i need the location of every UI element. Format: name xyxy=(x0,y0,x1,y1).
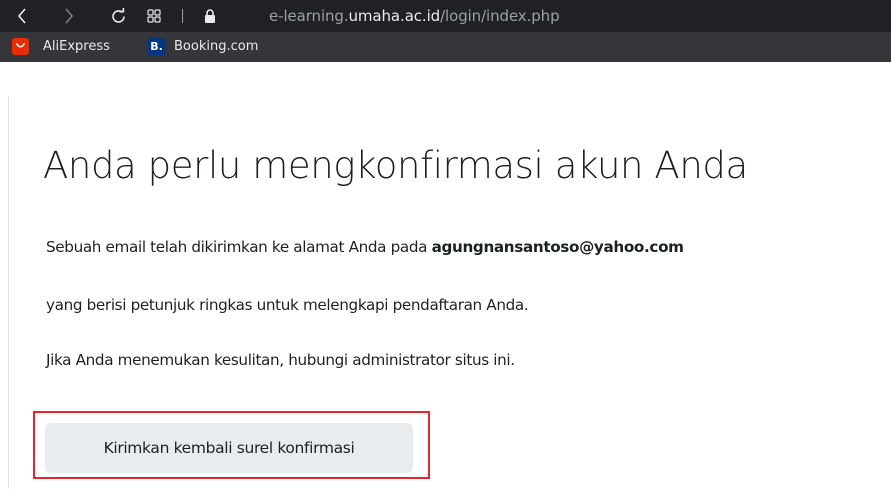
bookmark-label: Booking.com xyxy=(174,38,259,54)
lock-icon[interactable] xyxy=(203,3,217,29)
help-message: Jika Anda menemukan kesulitan, hubungi a… xyxy=(46,351,515,369)
back-arrow-icon[interactable] xyxy=(14,3,30,29)
url-host: umaha.ac.id xyxy=(348,7,441,25)
email-address: agungnansantoso@yahoo.com xyxy=(431,238,684,256)
aliexpress-icon xyxy=(12,37,29,55)
url-field[interactable]: e-learning.umaha.ac.id/login/index.php xyxy=(269,6,560,26)
page-title: Anda perlu mengkonfirmasi akun Anda xyxy=(43,144,748,187)
resend-confirmation-button[interactable]: Kirimkan kembali surel konfirmasi xyxy=(45,423,413,473)
bookmark-booking[interactable]: B. Booking.com xyxy=(148,35,258,57)
url-path: /login/index.php xyxy=(440,7,560,25)
address-bar-row: e-learning.umaha.ac.id/login/index.php xyxy=(0,0,891,32)
email-sent-message: Sebuah email telah dikirimkan ke alamat … xyxy=(46,236,684,258)
email-sent-text: Sebuah email telah dikirimkan ke alamat … xyxy=(46,238,432,256)
browser-toolbar: e-learning.umaha.ac.id/login/index.php A… xyxy=(0,0,891,62)
tab-grid-icon[interactable] xyxy=(145,3,163,29)
booking-icon: B. xyxy=(148,37,165,55)
page-border xyxy=(8,96,9,489)
bookmark-aliexpress[interactable]: AliExpress xyxy=(12,35,110,57)
instructions-message: yang berisi petunjuk ringkas untuk melen… xyxy=(46,296,529,314)
forward-arrow-icon[interactable] xyxy=(61,3,77,29)
bookmark-label: AliExpress xyxy=(43,38,110,54)
url-prefix: e-learning. xyxy=(269,7,349,25)
toolbar-divider xyxy=(182,9,183,23)
reload-icon[interactable] xyxy=(108,3,128,29)
